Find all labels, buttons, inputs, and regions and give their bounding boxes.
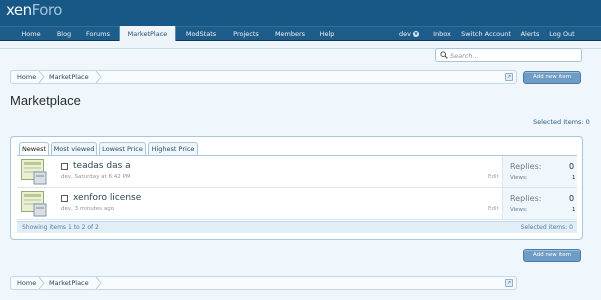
page-title: Marketplace: [10, 93, 81, 108]
logout-link[interactable]: Log Out: [546, 27, 578, 41]
views-count: 1: [572, 175, 576, 181]
list-footer: Showing items 1 to 2 of 2 Selected items…: [17, 221, 577, 233]
item-meta: dev, Saturday at 6:42 PM: [61, 174, 131, 180]
item-date: , 3 minutes ago: [71, 206, 115, 212]
logo-text-main: xen: [6, 1, 32, 19]
replies-label: Replies:: [510, 162, 542, 171]
tab-newest[interactable]: Newest: [19, 142, 49, 156]
switch-account-link[interactable]: Switch Account: [458, 27, 514, 41]
jump-to-icon[interactable]: ↗: [505, 279, 513, 287]
item-checkbox[interactable]: [61, 195, 68, 202]
user-menu[interactable]: dev ▼: [394, 27, 424, 41]
chevron-down-icon: ▼: [412, 31, 419, 37]
breadcrumb: Home MarketPlace ↗: [10, 70, 517, 84]
item-thumbnail[interactable]: [21, 191, 47, 217]
jump-to-icon[interactable]: ↗: [505, 73, 513, 81]
item-thumbnail[interactable]: [21, 159, 47, 185]
replies-count: 0: [569, 194, 575, 203]
item-title[interactable]: xenforo license: [73, 193, 141, 203]
replies-count: 0: [569, 162, 575, 171]
item-edit-link[interactable]: Edit: [488, 174, 499, 180]
item-author[interactable]: dev: [61, 206, 71, 212]
nav-tab-projects[interactable]: Projects: [226, 27, 266, 41]
nav-tab-modstats[interactable]: ModStats: [180, 27, 222, 41]
search-placeholder: Search...: [450, 52, 479, 60]
nav-tab-help[interactable]: Help: [313, 27, 341, 41]
marketplace-list-panel: Newest Most viewed Lowest Price Highest …: [10, 136, 583, 240]
views-label: Views:: [510, 175, 528, 181]
item-stats: [502, 156, 577, 187]
site-header: xenForo: [0, 0, 601, 26]
nav-tab-home[interactable]: Home: [14, 27, 48, 41]
search-input[interactable]: Search...: [435, 48, 582, 62]
nav-tab-forums[interactable]: Forums: [80, 27, 116, 41]
item-checkbox[interactable]: [61, 163, 68, 170]
add-new-item-button[interactable]: Add new item: [523, 71, 581, 84]
selected-items-footer: Selected items: 0: [520, 224, 573, 231]
tab-lowest-price[interactable]: Lowest Price: [99, 142, 146, 156]
showing-items-text: Showing items 1 to 2 of 2: [22, 224, 99, 231]
breadcrumb-separator-icon: [95, 277, 102, 289]
search-icon: [440, 51, 448, 59]
item-edit-link[interactable]: Edit: [488, 206, 499, 212]
views-label: Views:: [510, 207, 528, 213]
breadcrumb-separator-icon: [38, 277, 45, 289]
nav-tab-marketplace[interactable]: MarketPlace: [119, 26, 176, 42]
views-count: 1: [572, 207, 576, 213]
breadcrumb-separator-icon: [38, 71, 45, 83]
breadcrumb-marketplace[interactable]: MarketPlace: [49, 71, 89, 83]
item-meta: dev, 3 minutes ago: [61, 206, 114, 212]
item-title[interactable]: teadas das a: [73, 161, 131, 171]
breadcrumb-bottom: Home MarketPlace ↗: [10, 276, 517, 290]
selected-items-count: Selected Items: 0: [533, 118, 590, 126]
item-stats: [502, 188, 577, 219]
username: dev: [399, 30, 411, 38]
tab-most-viewed[interactable]: Most viewed: [51, 142, 97, 156]
site-logo[interactable]: xenForo: [6, 1, 62, 19]
add-new-item-button-bottom[interactable]: Add new item: [523, 249, 581, 262]
alerts-link[interactable]: Alerts: [517, 27, 543, 41]
inbox-link[interactable]: Inbox: [429, 27, 455, 41]
breadcrumb-home[interactable]: Home: [17, 71, 36, 83]
tab-highest-price[interactable]: Highest Price: [148, 142, 198, 156]
logo-text-accent: Foro: [31, 1, 63, 19]
nav-tab-blog[interactable]: Blog: [50, 27, 78, 41]
nav-tab-members[interactable]: Members: [270, 27, 310, 41]
breadcrumb-separator-icon: [95, 71, 102, 83]
item-author[interactable]: dev: [61, 174, 71, 180]
item-date: , Saturday at 6:42 PM: [71, 174, 131, 180]
list-item: teadas das a dev, Saturday at 6:42 PM Ed…: [17, 156, 577, 188]
breadcrumb-marketplace[interactable]: MarketPlace: [49, 277, 89, 289]
list-item: xenforo license dev, 3 minutes ago Edit …: [17, 188, 577, 220]
main-navigation: Home Blog Forums MarketPlace ModStats Pr…: [0, 26, 601, 42]
replies-label: Replies:: [510, 194, 542, 203]
breadcrumb-home[interactable]: Home: [17, 277, 36, 289]
